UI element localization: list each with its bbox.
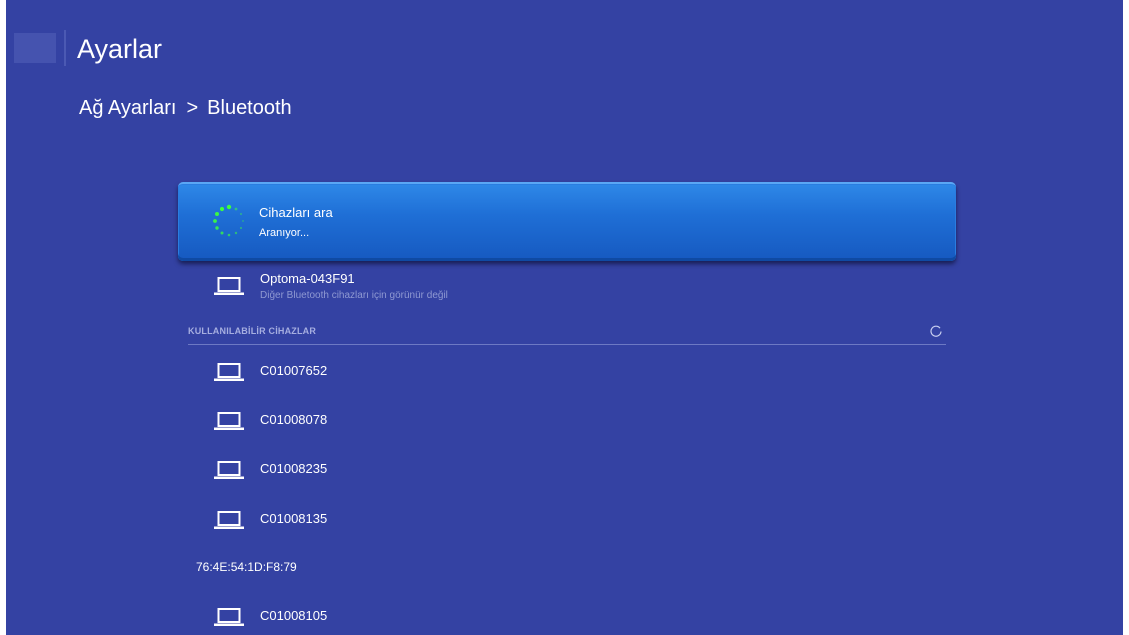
laptop-icon bbox=[214, 277, 244, 295]
device-name: C01008135 bbox=[260, 511, 328, 526]
settings-screen: Ayarlar Ağ Ayarları > Bluetooth Cihazları … bbox=[6, 0, 1123, 635]
app-logo-icon bbox=[14, 33, 56, 63]
breadcrumb-parent[interactable]: Ağ Ayarları bbox=[79, 97, 176, 119]
page-title: Ayarlar bbox=[77, 34, 163, 64]
device-list-item[interactable]: C01008078 bbox=[178, 400, 956, 440]
breadcrumb-current: Bluetooth bbox=[207, 97, 292, 119]
loading-spinner-icon bbox=[213, 204, 244, 237]
scan-status: Aranıyor... bbox=[259, 227, 310, 239]
device-name: C01008105 bbox=[260, 608, 328, 623]
own-device-item[interactable]: Optoma-043F91 Diğer Bluetooth cihazları … bbox=[178, 264, 956, 310]
device-name: C01008235 bbox=[260, 461, 328, 476]
own-device-name: Optoma-043F91 bbox=[260, 271, 355, 286]
section-title: KULLANILABİLİR CİHAZLAR bbox=[188, 326, 317, 336]
scan-devices-button[interactable]: Cihazları ara Aranıyor... bbox=[178, 182, 956, 261]
device-list-item[interactable]: C01008135 bbox=[178, 499, 956, 539]
own-device-visibility: Diğer Bluetooth cihazları için görünür d… bbox=[260, 290, 448, 301]
scan-title: Cihazları ara bbox=[259, 205, 333, 220]
device-name: 76:4E:54:1D:F8:79 bbox=[196, 560, 297, 574]
breadcrumb-separator: > bbox=[186, 97, 199, 119]
refresh-icon[interactable] bbox=[930, 325, 942, 337]
laptop-icon bbox=[214, 412, 244, 430]
laptop-icon bbox=[214, 608, 244, 626]
device-name: C01007652 bbox=[260, 363, 328, 378]
laptop-icon bbox=[214, 461, 244, 479]
device-list-item[interactable]: C01007652 bbox=[178, 351, 956, 391]
laptop-icon bbox=[214, 511, 244, 529]
breadcrumb: Ağ Ayarları > Bluetooth bbox=[79, 94, 292, 122]
available-devices-header: KULLANILABİLİR CİHAZLAR bbox=[188, 322, 946, 345]
device-name: C01008078 bbox=[260, 412, 328, 427]
device-list-item[interactable]: 76:4E:54:1D:F8:79 bbox=[178, 547, 956, 587]
device-list-item[interactable]: C01008105 bbox=[178, 596, 956, 635]
device-list-item[interactable]: C01008235 bbox=[178, 449, 956, 489]
title-divider bbox=[64, 30, 66, 66]
laptop-icon bbox=[214, 363, 244, 381]
